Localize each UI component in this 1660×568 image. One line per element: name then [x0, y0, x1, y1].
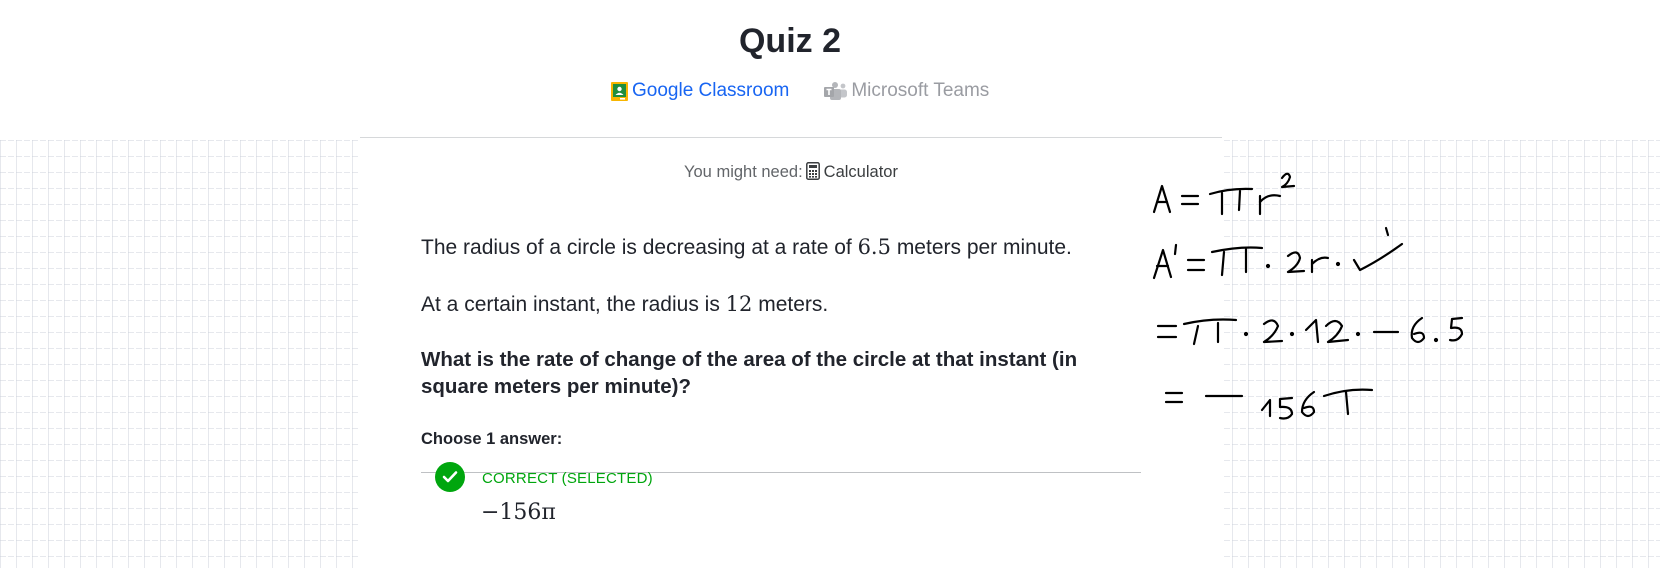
share-links: Google Classroom Microsoft Teams: [611, 78, 989, 104]
question-card: You might need: Calculator The radius of…: [360, 138, 1222, 568]
google-classroom-icon: [611, 81, 628, 101]
correct-check-icon: [435, 462, 465, 492]
scratch-line-3: [1156, 316, 1464, 346]
google-classroom-label: Google Classroom: [632, 80, 790, 101]
scratchpad-handwriting: [1152, 172, 1464, 420]
answer-choice-selected[interactable]: CORRECT (SELECTED) −156π: [421, 138, 1141, 568]
scratch-line-2: [1152, 226, 1404, 280]
scratch-line-1: [1152, 172, 1296, 216]
microsoft-teams-link[interactable]: Microsoft Teams: [824, 80, 989, 102]
microsoft-teams-label: Microsoft Teams: [851, 80, 990, 101]
google-classroom-link[interactable]: Google Classroom: [611, 80, 789, 102]
answer-status: CORRECT (SELECTED): [482, 470, 653, 487]
page-title: Quiz 2: [738, 22, 842, 60]
answer-value: −156π: [481, 500, 556, 525]
microsoft-teams-icon: [824, 81, 848, 101]
scratch-line-4: [1164, 388, 1374, 420]
quiz-page: Quiz 2 Google Classroom Microsoft Teams …: [0, 0, 1660, 568]
